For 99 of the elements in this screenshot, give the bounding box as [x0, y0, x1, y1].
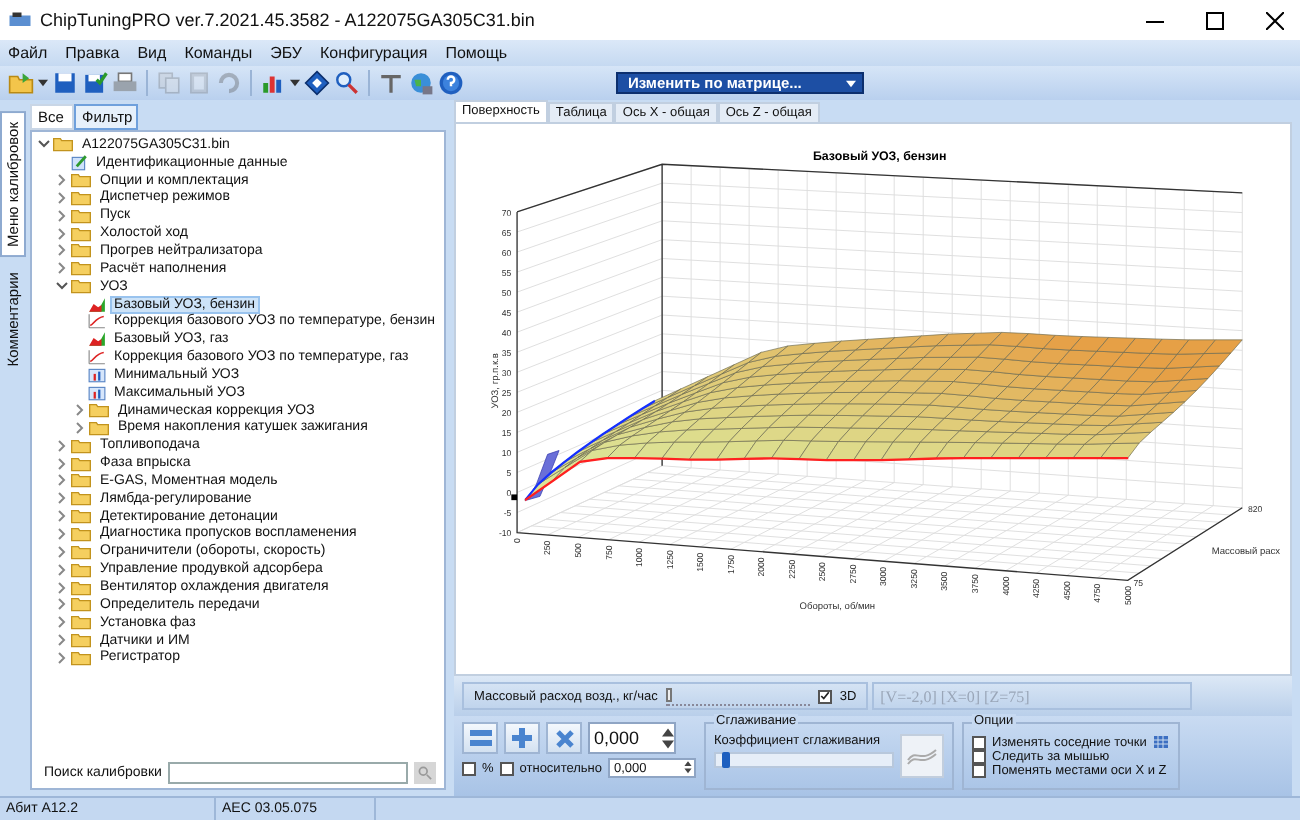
close-icon — [1265, 11, 1283, 29]
folder-icon — [70, 490, 92, 507]
expander-icon[interactable] — [54, 508, 70, 525]
folder-icon — [70, 561, 92, 578]
folder-icon — [88, 419, 110, 436]
expander-icon[interactable] — [54, 596, 70, 613]
wave-icon — [906, 744, 939, 768]
folder-icon — [70, 596, 92, 613]
folder-icon — [70, 207, 92, 224]
expander-icon[interactable] — [54, 561, 70, 578]
multiply-icon — [555, 729, 573, 747]
expander-icon[interactable] — [54, 172, 70, 189]
maximize-icon — [1205, 11, 1223, 29]
folder-icon — [70, 242, 92, 259]
equals-icon — [469, 730, 491, 746]
checkbox[interactable] — [972, 764, 987, 778]
menu-item[interactable]: Помощь — [445, 44, 508, 62]
menu-item[interactable]: Файл — [8, 44, 48, 62]
checkbox[interactable] — [462, 761, 476, 775]
folder-icon — [70, 579, 92, 596]
expander-icon[interactable] — [54, 207, 70, 224]
expander-icon[interactable] — [54, 278, 70, 295]
checkbox[interactable] — [972, 735, 987, 749]
table-chart-icon — [88, 365, 106, 384]
slider-thumb[interactable] — [721, 752, 730, 768]
checkbox[interactable] — [817, 689, 832, 703]
search-field[interactable] — [167, 762, 407, 784]
search-icon[interactable] — [334, 70, 360, 96]
help-icon[interactable] — [438, 70, 464, 96]
folder-icon — [70, 649, 92, 666]
slice-slider[interactable] — [665, 687, 810, 705]
diamond-icon[interactable] — [304, 70, 330, 96]
folder-icon — [70, 614, 92, 631]
folder-icon — [70, 189, 92, 206]
surface-map-icon — [88, 330, 106, 349]
folder-icon — [70, 260, 92, 277]
plus-icon — [512, 728, 532, 748]
smoothing-slider[interactable] — [714, 752, 895, 768]
expander-icon[interactable] — [72, 402, 88, 419]
checkbox[interactable] — [972, 750, 987, 764]
expander-icon[interactable] — [54, 225, 70, 242]
expander-icon[interactable] — [54, 579, 70, 596]
folder-icon — [70, 437, 92, 454]
folder-icon — [70, 225, 92, 242]
cursor-readout: [V=-2,0] [X=0] [Z=75] — [880, 687, 1030, 705]
printer-icon[interactable] — [112, 70, 138, 96]
spin-arrows-icon[interactable] — [682, 760, 695, 776]
expander-icon[interactable] — [54, 260, 70, 277]
multiply-button[interactable] — [546, 722, 582, 754]
save-check-icon[interactable] — [82, 70, 108, 96]
menu-item[interactable]: Вид — [137, 44, 167, 62]
caret-icon — [38, 78, 48, 88]
document-icon — [70, 153, 88, 172]
menu-item[interactable]: ЭБУ — [270, 44, 302, 62]
folder-icon — [70, 632, 92, 649]
folder-icon — [52, 136, 74, 153]
expander-icon[interactable] — [72, 419, 88, 436]
globe-icon[interactable] — [408, 70, 434, 96]
equals-button[interactable] — [462, 722, 498, 754]
expander-icon[interactable] — [54, 543, 70, 560]
surface-map-icon — [88, 295, 106, 314]
expander-icon[interactable] — [54, 455, 70, 472]
app-icon — [8, 10, 32, 30]
spin-arrows-icon[interactable] — [662, 725, 674, 751]
caret-icon — [290, 78, 300, 88]
menu-item[interactable]: Команды — [184, 44, 253, 62]
expander-icon[interactable] — [54, 614, 70, 631]
smooth-button[interactable] — [900, 734, 945, 778]
save-icon[interactable] — [52, 70, 78, 96]
checkbox[interactable] — [499, 761, 514, 775]
folder-icon — [70, 172, 92, 189]
folder-icon — [70, 472, 92, 489]
folder-icon — [70, 525, 92, 542]
expander-icon[interactable] — [54, 189, 70, 206]
expander-icon[interactable] — [36, 136, 52, 153]
expander-icon[interactable] — [54, 437, 70, 454]
expander-icon[interactable] — [54, 242, 70, 259]
expander-icon[interactable] — [54, 632, 70, 649]
folder-icon — [70, 508, 92, 525]
folder-icon — [88, 402, 110, 419]
folder-icon — [70, 278, 92, 295]
window-title: ChipTuningPRO ver.7.2021.45.3582 - A122075GA305C31.bin — [40, 10, 537, 30]
expander-icon[interactable] — [54, 490, 70, 507]
search-icon — [417, 766, 431, 780]
table-chart-icon — [88, 383, 106, 402]
folder-icon[interactable] — [8, 70, 34, 96]
value-field[interactable]: 0,000 — [588, 722, 676, 754]
menu-item[interactable]: Правка — [65, 44, 120, 62]
folder-icon — [70, 455, 92, 472]
menu-item[interactable]: Конфигурация — [320, 44, 428, 62]
search-button[interactable] — [413, 762, 435, 784]
expander-icon[interactable] — [54, 525, 70, 542]
plus-button[interactable] — [504, 722, 540, 754]
caret-icon — [846, 79, 856, 87]
folder-icon — [70, 543, 92, 560]
grid-icon — [1152, 734, 1171, 750]
expander-icon[interactable] — [54, 472, 70, 489]
slider-thumb[interactable] — [665, 687, 672, 701]
expander-icon[interactable] — [54, 649, 70, 666]
